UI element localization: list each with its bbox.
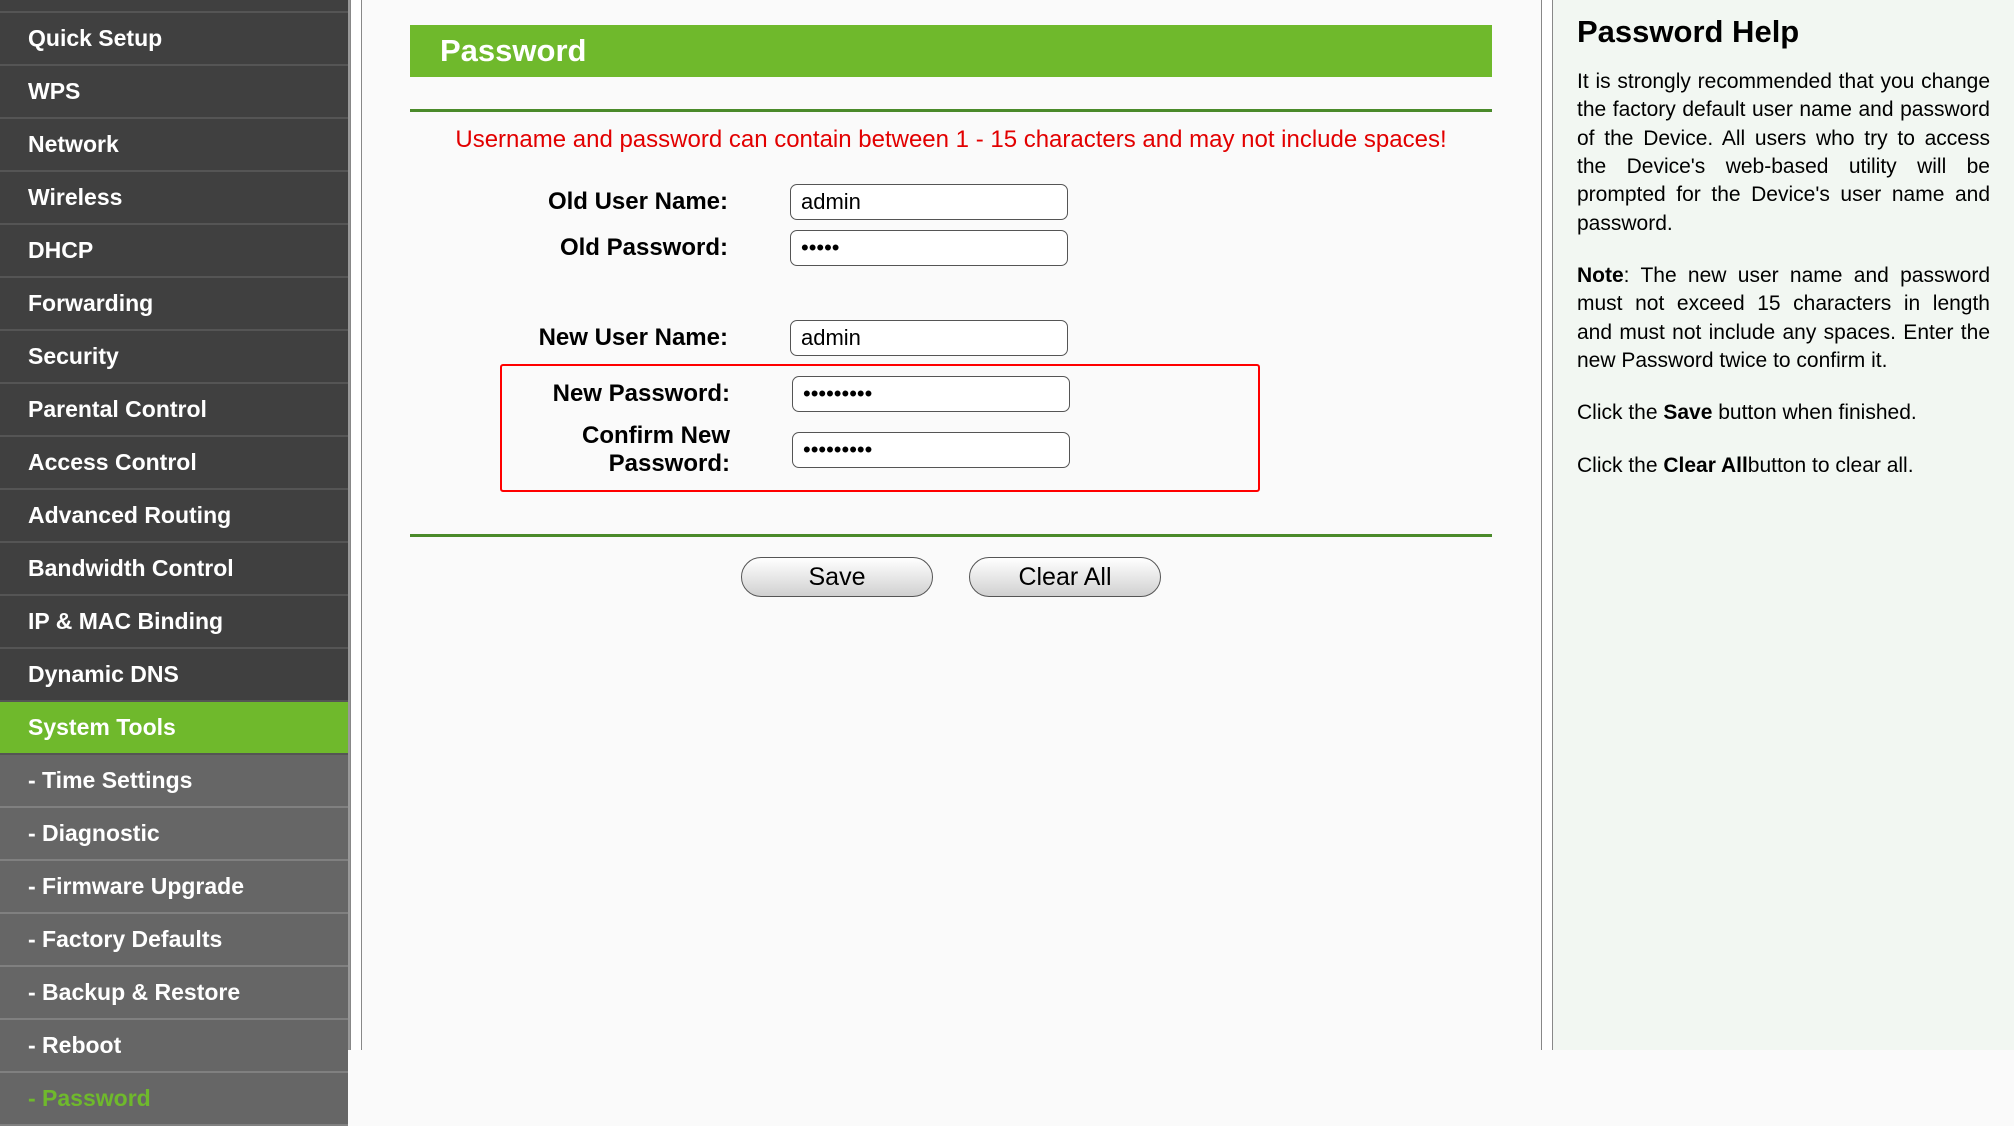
page-title: Password [410,25,1492,77]
nav-item-time-settings[interactable]: - Time Settings [0,755,348,808]
nav-item-factory-defaults[interactable]: - Factory Defaults [0,914,348,967]
clear-all-button[interactable]: Clear All [969,557,1161,597]
warning-text: Username and password can contain betwee… [410,126,1492,154]
nav-item-dynamic-dns[interactable]: Dynamic DNS [0,649,348,702]
help-title: Password Help [1577,14,1990,50]
nav-item-security[interactable]: Security [0,331,348,384]
sidebar: StatusQuick SetupWPSNetworkWirelessDHCPF… [0,0,350,1050]
help-paragraph-1: It is strongly recommended that you chan… [1577,68,1990,238]
help-paragraph-4: Click the Clear Allbutton to clear all. [1577,452,1990,480]
new-password-input[interactable] [792,376,1070,412]
row-old-username: Old User Name: [410,182,1492,222]
row-new-username: New User Name: [410,318,1492,358]
nav-item-bandwidth-control[interactable]: Bandwidth Control [0,543,348,596]
row-old-password: Old Password: [410,228,1492,268]
old-password-input[interactable] [790,230,1068,266]
nav-item-password[interactable]: - Password [0,1073,348,1126]
help-panel: Password Help It is strongly recommended… [1552,0,2014,1050]
help-note-bold: Note [1577,264,1624,287]
nav-item-firmware-upgrade[interactable]: - Firmware Upgrade [0,861,348,914]
new-username-input[interactable] [790,320,1068,356]
confirm-password-label: Confirm New Password: [508,422,792,478]
old-username-input[interactable] [790,184,1068,220]
row-new-password: New Password: [508,374,1252,414]
new-password-label: New Password: [508,380,792,408]
nav-item-forwarding[interactable]: Forwarding [0,278,348,331]
nav-item-wps[interactable]: WPS [0,66,348,119]
old-password-label: Old Password: [410,234,790,262]
content-panel: Password Username and password can conta… [350,0,1552,1050]
nav-item-diagnostic[interactable]: - Diagnostic [0,808,348,861]
row-confirm-password: Confirm New Password: [508,420,1252,480]
save-button[interactable]: Save [741,557,933,597]
nav-item-advanced-routing[interactable]: Advanced Routing [0,490,348,543]
old-username-label: Old User Name: [410,188,790,216]
help-paragraph-3: Click the Save button when finished. [1577,399,1990,427]
divider [410,109,1492,112]
nav-item-ip-mac-binding[interactable]: IP & MAC Binding [0,596,348,649]
nav-item-wireless[interactable]: Wireless [0,172,348,225]
nav-item-status[interactable]: Status [0,0,348,13]
nav-item-network[interactable]: Network [0,119,348,172]
help-save-bold: Save [1663,401,1712,424]
nav-item-reboot[interactable]: - Reboot [0,1020,348,1073]
divider [410,534,1492,537]
confirm-password-input[interactable] [792,432,1070,468]
help-paragraph-2: Note: The new user name and password mus… [1577,262,1990,375]
highlight-box: New Password: Confirm New Password: [500,364,1260,492]
nav-item-access-control[interactable]: Access Control [0,437,348,490]
help-clearall-bold: Clear All [1663,454,1747,477]
nav-item-backup-restore[interactable]: - Backup & Restore [0,967,348,1020]
main-area: Password Username and password can conta… [350,0,2014,1050]
nav-item-system-tools[interactable]: System Tools [0,702,348,755]
nav-item-dhcp[interactable]: DHCP [0,225,348,278]
nav-item-parental-control[interactable]: Parental Control [0,384,348,437]
nav-item-quick-setup[interactable]: Quick Setup [0,13,348,66]
new-username-label: New User Name: [410,324,790,352]
button-row: Save Clear All [410,557,1492,597]
